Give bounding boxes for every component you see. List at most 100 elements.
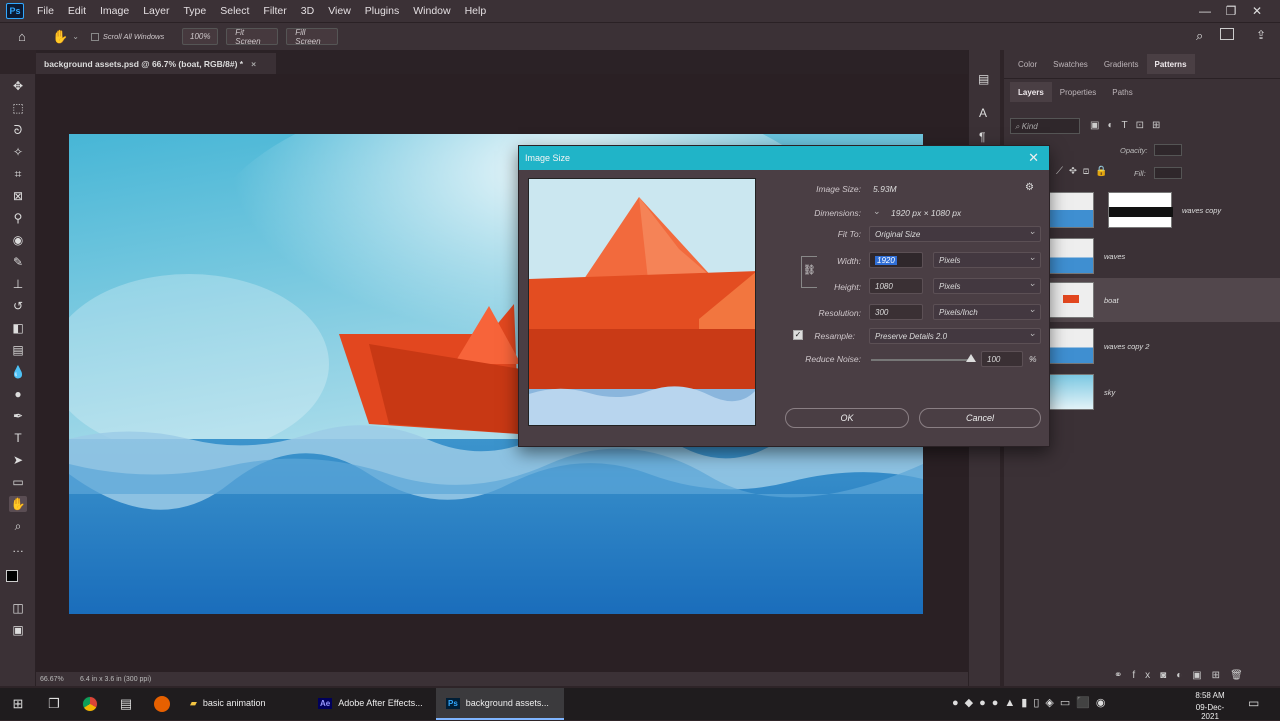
windows-start-icon[interactable]: ⊞ <box>0 688 36 720</box>
minimize-icon[interactable]: — <box>1192 0 1218 22</box>
workspace-icon[interactable] <box>1220 28 1234 40</box>
opacity-field[interactable] <box>1154 144 1182 156</box>
layer-filter-icons[interactable]: ▣◐T⊡⊞ <box>1090 120 1168 131</box>
menu-filter[interactable]: Filter <box>256 5 293 17</box>
magic-wand-icon[interactable]: ✧ <box>9 144 27 160</box>
rectangle-tool-icon[interactable]: ▭ <box>9 474 27 490</box>
hand-tool-icon[interactable]: ✋ <box>9 496 27 512</box>
frame-tool-icon[interactable]: ⊠ <box>9 188 27 204</box>
tab-gradients[interactable]: Gradients <box>1096 60 1147 74</box>
scroll-all-checkbox[interactable] <box>90 32 99 41</box>
history-panel-icon[interactable]: ▤ <box>978 72 989 86</box>
reduce-noise-input[interactable]: 100 <box>981 351 1023 367</box>
layer-row-selected[interactable]: boat <box>1046 278 1280 322</box>
menu-window[interactable]: Window <box>406 5 457 17</box>
height-input[interactable]: 1080 <box>869 278 923 294</box>
resolution-unit-select[interactable]: Pixels/Inch <box>933 304 1041 320</box>
height-unit-select[interactable]: Pixels <box>933 278 1041 294</box>
firefox-icon[interactable] <box>144 688 180 720</box>
search-icon[interactable]: ⌕ <box>1196 28 1203 44</box>
width-input[interactable]: 1920 <box>869 252 923 268</box>
width-unit-select[interactable]: Pixels <box>933 252 1041 268</box>
layer-row[interactable]: waves <box>1046 234 1280 278</box>
reduce-noise-slider[interactable] <box>871 359 973 361</box>
hand-tool-icon[interactable]: ✋ <box>52 29 68 45</box>
taskbar-app-photoshop[interactable]: Ps background assets... <box>436 688 564 720</box>
menu-3d[interactable]: 3D <box>294 5 321 17</box>
healing-brush-icon[interactable]: ◉ <box>9 232 27 248</box>
screen-mode-icon[interactable]: ▣ <box>9 622 27 638</box>
image-preview[interactable] <box>528 178 756 426</box>
tab-swatches[interactable]: Swatches <box>1045 60 1096 74</box>
character-panel-icon[interactable]: A <box>979 106 987 120</box>
tab-layers[interactable]: Layers <box>1010 82 1052 102</box>
layer-mask-thumbnail[interactable] <box>1108 192 1173 228</box>
task-view-icon[interactable]: ❐ <box>36 688 72 720</box>
paragraph-panel-icon[interactable]: ¶ <box>979 130 985 144</box>
close-icon[interactable]: ✕ <box>1028 150 1039 166</box>
gradient-tool-icon[interactable]: ▤ <box>9 342 27 358</box>
notifications-icon[interactable]: ▭ <box>1248 696 1259 710</box>
stamp-tool-icon[interactable]: ⊥ <box>9 276 27 292</box>
menu-help[interactable]: Help <box>458 5 494 17</box>
blur-tool-icon[interactable]: 💧 <box>9 364 27 380</box>
zoom-tool-icon[interactable]: ⌕ <box>9 518 27 534</box>
quick-mask-icon[interactable]: ◫ <box>9 600 27 616</box>
more-tools-icon[interactable]: … <box>9 540 27 556</box>
gear-icon[interactable]: ⚙ <box>1025 182 1034 193</box>
zoom-100-button[interactable]: 100% <box>182 28 219 45</box>
menu-layer[interactable]: Layer <box>136 5 176 17</box>
restore-icon[interactable]: ❐ <box>1218 0 1244 22</box>
pen-tool-icon[interactable]: ✒ <box>9 408 27 424</box>
resample-select[interactable]: Preserve Details 2.0 <box>869 328 1041 344</box>
tray-icons[interactable]: ●◆●●▲▮▯◈▭⬛◉ <box>952 696 1112 709</box>
menu-select[interactable]: Select <box>213 5 256 17</box>
document-tab[interactable]: background assets.psd @ 66.7% (boat, RGB… <box>36 53 276 74</box>
lock-icons[interactable]: ⟋✥⊡🔒 <box>1056 166 1114 177</box>
menu-image[interactable]: Image <box>93 5 136 17</box>
layer-filter-kind[interactable]: ⌕ Kind <box>1010 118 1080 134</box>
taskbar-app-explorer[interactable]: ▰ basic animation <box>180 688 308 720</box>
zoom-status[interactable]: 66.67% <box>40 676 76 683</box>
clock[interactable]: 8:58 AM 09-Dec-2021 <box>1188 691 1232 721</box>
menu-type[interactable]: Type <box>176 5 213 17</box>
fill-field[interactable] <box>1154 167 1182 179</box>
lasso-tool-icon[interactable]: ᘐ <box>9 122 27 138</box>
resolution-input[interactable]: 300 <box>869 304 923 320</box>
history-brush-icon[interactable]: ↺ <box>9 298 27 314</box>
dodge-tool-icon[interactable]: ● <box>9 386 27 402</box>
ok-button[interactable]: OK <box>785 408 909 428</box>
type-tool-icon[interactable]: T <box>9 430 27 446</box>
tab-paths[interactable]: Paths <box>1104 88 1140 102</box>
layer-row[interactable]: sky <box>1046 370 1280 414</box>
chevron-down-icon[interactable]: ⌄ <box>72 32 79 41</box>
menu-file[interactable]: File <box>30 5 61 17</box>
tab-properties[interactable]: Properties <box>1052 88 1104 102</box>
brush-tool-icon[interactable]: ✎ <box>9 254 27 270</box>
fit-screen-button[interactable]: Fit Screen <box>226 28 279 46</box>
share-icon[interactable]: ⇪ <box>1256 28 1266 42</box>
fit-to-select[interactable]: Original Size <box>869 226 1041 242</box>
taskbar-app-after-effects[interactable]: Ae Adobe After Effects... <box>308 688 436 720</box>
cancel-button[interactable]: Cancel <box>919 408 1041 428</box>
menu-plugins[interactable]: Plugins <box>358 5 406 17</box>
tab-color[interactable]: Color <box>1010 60 1045 74</box>
menu-edit[interactable]: Edit <box>61 5 93 17</box>
close-tab-icon[interactable]: × <box>251 59 256 69</box>
home-icon[interactable]: ⌂ <box>18 29 32 44</box>
fill-screen-button[interactable]: Fill Screen <box>286 28 339 46</box>
path-select-icon[interactable]: ➤ <box>9 452 27 468</box>
tab-patterns[interactable]: Patterns <box>1146 54 1195 74</box>
eyedropper-icon[interactable]: ⚲ <box>9 210 27 226</box>
chrome-icon[interactable] <box>72 688 108 720</box>
slider-thumb[interactable] <box>966 354 976 362</box>
move-tool-icon[interactable]: ✥ <box>9 78 27 94</box>
eraser-tool-icon[interactable]: ◧ <box>9 320 27 336</box>
notepad-icon[interactable]: ▤ <box>108 688 144 720</box>
layer-row[interactable]: waves copy <box>1046 188 1280 232</box>
dimensions-dropdown-icon[interactable]: ⌄ <box>873 206 881 217</box>
close-window-icon[interactable]: ✕ <box>1244 0 1270 22</box>
marquee-tool-icon[interactable]: ⬚ <box>9 100 27 116</box>
foreground-color-swatch[interactable] <box>6 570 18 582</box>
layer-actions[interactable]: ⚭fx◙◐▣⊞🗑 <box>1114 670 1253 681</box>
